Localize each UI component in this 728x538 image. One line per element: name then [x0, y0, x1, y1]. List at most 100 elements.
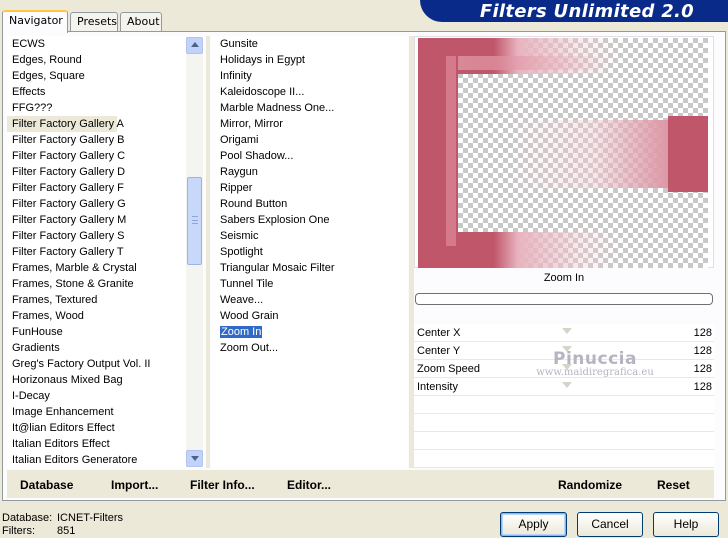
preview-shape	[508, 120, 668, 188]
filter-item[interactable]: Weave...	[211, 292, 408, 308]
filter-item-label: Zoom In	[220, 326, 263, 338]
preview-shape	[668, 116, 708, 192]
filter-item[interactable]: Wood Grain	[211, 308, 408, 324]
filter-item-label: Wood Grain	[220, 310, 279, 322]
param-row[interactable]: Zoom Speed 128	[414, 360, 714, 378]
title-banner: Filters Unlimited 2.0	[420, 0, 728, 22]
category-item[interactable]: Gradients	[7, 340, 204, 356]
preview-shape	[446, 56, 456, 246]
param-label: Center X	[417, 327, 461, 339]
param-value: 128	[693, 363, 712, 375]
scroll-down-button[interactable]	[186, 450, 203, 467]
filter-item[interactable]: Mirror, Mirror	[211, 116, 408, 132]
preview-shape	[458, 56, 608, 70]
tab-navigator[interactable]: Navigator	[2, 10, 68, 33]
filter-item[interactable]: Ripper	[211, 180, 408, 196]
filter-item[interactable]: Sabers Explosion One	[211, 212, 408, 228]
category-item[interactable]: Frames, Marble & Crystal	[7, 260, 204, 276]
filter-item[interactable]: Zoom In	[211, 324, 408, 340]
filter-item[interactable]: Holidays in Egypt	[211, 52, 408, 68]
category-item[interactable]: ECWS	[7, 36, 204, 52]
category-item[interactable]: Effects	[7, 84, 204, 100]
category-item[interactable]: Filter Factory Gallery D	[7, 164, 204, 180]
filter-item[interactable]: Seismic	[211, 228, 408, 244]
apply-button[interactable]: Apply	[500, 512, 567, 537]
filter-item-label: Raygun	[220, 166, 258, 178]
category-item[interactable]: Filter Factory Gallery T	[7, 244, 204, 260]
filter-item[interactable]: Marble Madness One...	[211, 100, 408, 116]
preview-filter-name: Zoom In	[543, 272, 585, 284]
param-row[interactable]: Intensity 128	[414, 378, 714, 396]
category-item[interactable]: Frames, Wood	[7, 308, 204, 324]
filter-item-label: Pool Shadow...	[220, 150, 294, 162]
filter-item[interactable]: Origami	[211, 132, 408, 148]
database-info: Database: ICNET-Filters Filters: 851	[2, 512, 123, 538]
category-list[interactable]: ECWS Edges, Round Edges, Square Effects FFG?…	[7, 36, 204, 468]
category-item[interactable]: Edges, Square	[7, 68, 204, 84]
category-scrollbar[interactable]	[186, 37, 203, 467]
category-item[interactable]: FunHouse	[7, 324, 204, 340]
filter-item[interactable]: Round Button	[211, 196, 408, 212]
filter-item-label: Mirror, Mirror	[220, 118, 283, 130]
category-item[interactable]: Image Enhancement	[7, 404, 204, 420]
grip-icon	[192, 216, 198, 224]
filter-item[interactable]: Spotlight	[211, 244, 408, 260]
scroll-thumb[interactable]	[187, 177, 202, 265]
filter-item[interactable]: Triangular Mosaic Filter	[211, 260, 408, 276]
category-item[interactable]: Filter Factory Gallery G	[7, 196, 204, 212]
randomize-button[interactable]: Randomize	[558, 478, 622, 492]
filter-item[interactable]: Gunsite	[211, 36, 408, 52]
category-item[interactable]: It@lian Editors Effect	[7, 420, 204, 436]
help-button[interactable]: Help	[653, 512, 719, 537]
reset-button[interactable]: Reset	[657, 478, 690, 492]
category-item[interactable]: Filter Factory Gallery A	[7, 116, 124, 132]
param-row-empty	[414, 396, 714, 414]
param-value: 128	[693, 327, 712, 339]
tab-strip: Navigator Presets About	[2, 10, 172, 33]
category-item[interactable]: Frames, Textured	[7, 292, 204, 308]
filters-count: 851	[57, 525, 76, 537]
tab-about[interactable]: About	[120, 12, 162, 32]
category-item[interactable]: Filter Factory Gallery M	[7, 212, 204, 228]
category-item[interactable]: I-Decay	[7, 388, 204, 404]
category-item[interactable]: Frames, Stone & Granite	[7, 276, 204, 292]
filters-label: Filters:	[2, 525, 35, 537]
param-row[interactable]: Center X 128	[414, 324, 714, 342]
category-item[interactable]: Filter Factory Gallery S	[7, 228, 204, 244]
category-item[interactable]: Filter Factory Gallery B	[7, 132, 204, 148]
editor-button[interactable]: Editor...	[287, 478, 331, 492]
import-button[interactable]: Import...	[111, 478, 158, 492]
category-item[interactable]: Edges, Round	[7, 52, 204, 68]
filter-item[interactable]: Zoom Out...	[211, 340, 408, 356]
param-row[interactable]: Center Y 128	[414, 342, 714, 360]
filter-item-label: Gunsite	[220, 38, 258, 50]
category-item[interactable]: Horizonaus Mixed Bag	[7, 372, 204, 388]
filter-item-label: Kaleidoscope II...	[220, 86, 305, 98]
category-item[interactable]: Filter Factory Gallery C	[7, 148, 204, 164]
filter-item-label: Triangular Mosaic Filter	[220, 262, 335, 274]
param-row-empty	[414, 450, 714, 468]
filter-item[interactable]: Kaleidoscope II...	[211, 84, 408, 100]
cancel-button[interactable]: Cancel	[577, 512, 643, 537]
scroll-up-button[interactable]	[186, 37, 203, 54]
database-button[interactable]: Database	[20, 478, 73, 492]
category-item[interactable]: FFG???	[7, 100, 204, 116]
filter-info-button[interactable]: Filter Info...	[190, 478, 255, 492]
category-item[interactable]: Greg's Factory Output Vol. II	[7, 356, 204, 372]
filter-item[interactable]: Tunnel Tile	[211, 276, 408, 292]
category-item[interactable]: Filter Factory Gallery F	[7, 180, 204, 196]
database-value: ICNET-Filters	[57, 512, 123, 524]
filter-item-label: Weave...	[220, 294, 264, 306]
progress-bar	[415, 293, 713, 305]
filter-item-label: Seismic	[220, 230, 259, 242]
preview-image[interactable]	[418, 38, 708, 268]
tab-presets[interactable]: Presets	[70, 12, 118, 32]
category-item[interactable]: Italian Editors Generatore	[7, 452, 204, 468]
filter-item[interactable]: Pool Shadow...	[211, 148, 408, 164]
slider-marker-icon	[562, 364, 572, 370]
filter-item[interactable]: Infinity	[211, 68, 408, 84]
filter-list[interactable]: Gunsite Holidays in Egypt Infinity Kaleidos…	[211, 36, 408, 468]
param-label: Center Y	[417, 345, 461, 357]
category-item[interactable]: Italian Editors Effect	[7, 436, 204, 452]
filter-item[interactable]: Raygun	[211, 164, 408, 180]
